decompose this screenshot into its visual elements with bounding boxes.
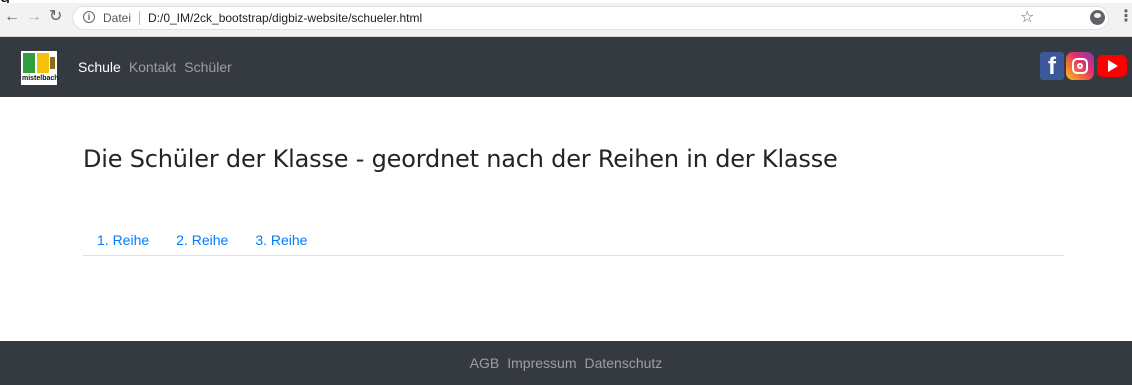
row-tabs: 1. Reihe 2. Reihe 3. Reihe	[83, 226, 1064, 256]
tab-reihe-1[interactable]: 1. Reihe	[83, 226, 162, 255]
page-title: Die Schüler der Klasse - geordnet nach d…	[83, 145, 838, 173]
logo-text: mistelbach	[22, 75, 59, 82]
reload-icon[interactable]: ↻	[49, 7, 62, 27]
logo-stripe-yellow	[37, 53, 49, 73]
browser-menu-icon[interactable]: ⋮	[1118, 8, 1132, 26]
profile-icon[interactable]	[1090, 10, 1105, 25]
nav-item-kontakt[interactable]: Kontakt	[129, 57, 176, 77]
nav-links: Schule Kontakt Schüler	[78, 37, 240, 97]
scheme-label: Datei	[103, 11, 132, 25]
nav-item-schule[interactable]: Schule	[78, 57, 121, 77]
footer-link-impressum[interactable]: Impressum	[507, 353, 576, 373]
tab-reihe-2[interactable]: 2. Reihe	[162, 226, 241, 255]
instagram-icon[interactable]	[1066, 52, 1094, 80]
tab-reihe-3[interactable]: 3. Reihe	[241, 226, 320, 255]
footer-link-datenschutz[interactable]: Datenschutz	[584, 353, 662, 373]
brand-logo[interactable]: mistelbach	[21, 51, 59, 85]
address-bar[interactable]: i Datei D:/0_IM/2ck_bootstrap/digbiz-web…	[72, 6, 1109, 30]
back-arrow-icon[interactable]: ←	[4, 7, 20, 27]
bookmark-star-icon[interactable]: ☆	[1020, 7, 1034, 27]
info-icon[interactable]: i	[83, 11, 95, 23]
site-footer: AGB Impressum Datenschutz	[0, 341, 1132, 385]
youtube-icon[interactable]	[1097, 55, 1127, 77]
logo-stripe-brown	[50, 57, 55, 69]
address-divider	[139, 11, 140, 25]
logo-stripe-green	[23, 53, 35, 73]
forward-arrow-icon[interactable]: →	[26, 7, 42, 27]
footer-link-agb[interactable]: AGB	[470, 353, 500, 373]
url-text[interactable]: D:/0_IM/2ck_bootstrap/digbiz-website/sch…	[148, 7, 422, 29]
site-navbar: mistelbach Schule Kontakt Schüler f	[0, 37, 1132, 97]
browser-toolbar: ← → ↻ i Datei D:/0_IM/2ck_bootstrap/digb…	[0, 3, 1132, 37]
nav-item-schueler[interactable]: Schüler	[184, 57, 231, 77]
facebook-icon[interactable]: f	[1040, 52, 1064, 80]
